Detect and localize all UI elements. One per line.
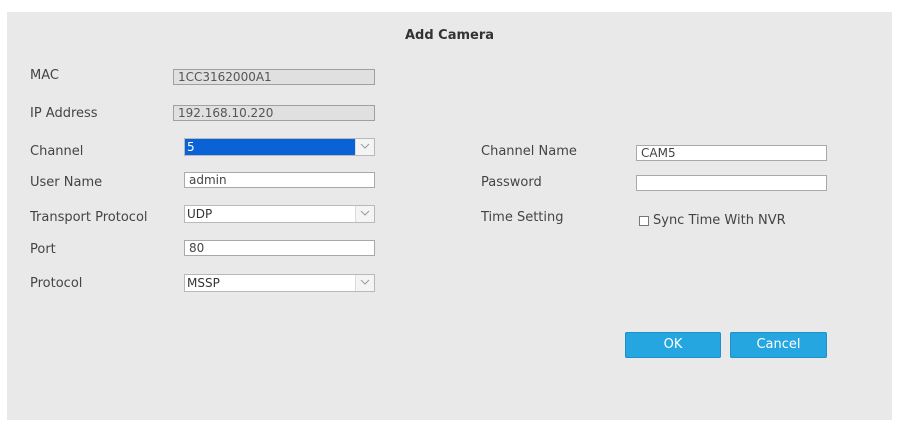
- time-setting-label: Time Setting: [481, 210, 564, 225]
- sync-time-checkbox[interactable]: [639, 215, 649, 226]
- user-name-input[interactable]: admin: [184, 172, 375, 188]
- protocol-label: Protocol: [30, 276, 83, 291]
- chevron-down-icon[interactable]: [355, 275, 374, 291]
- transport-protocol-value: UDP: [187, 207, 213, 221]
- mac-field: 1CC3162000A1: [173, 69, 375, 85]
- ip-address-field: 192.168.10.220: [173, 105, 375, 121]
- transport-protocol-select[interactable]: UDP: [184, 205, 375, 223]
- channel-label: Channel: [30, 144, 84, 159]
- channel-select-value: 5: [187, 140, 195, 154]
- protocol-value: MSSP: [187, 276, 220, 290]
- transport-protocol-label: Transport Protocol: [30, 210, 148, 225]
- dialog-title: Add Camera: [404, 28, 495, 43]
- password-input[interactable]: [636, 175, 827, 191]
- channel-select[interactable]: 5: [184, 138, 375, 156]
- user-name-label: User Name: [30, 175, 103, 190]
- port-input[interactable]: 80: [184, 240, 375, 256]
- ok-button[interactable]: OK: [625, 332, 721, 358]
- mac-label: MAC: [30, 68, 59, 83]
- password-label: Password: [481, 175, 542, 190]
- sync-time-option[interactable]: Sync Time With NVR: [639, 213, 786, 228]
- cancel-button[interactable]: Cancel: [730, 332, 827, 358]
- sync-time-label: Sync Time With NVR: [653, 213, 786, 228]
- channel-name-label: Channel Name: [481, 144, 577, 159]
- channel-name-input[interactable]: CAM5: [636, 145, 827, 161]
- port-label: Port: [30, 242, 56, 257]
- chevron-down-icon[interactable]: [355, 139, 374, 155]
- add-camera-dialog: Add Camera MAC IP Address Channel User N…: [7, 12, 892, 420]
- chevron-down-icon[interactable]: [355, 206, 374, 222]
- protocol-select[interactable]: MSSP: [184, 274, 375, 292]
- ip-address-label: IP Address: [30, 106, 98, 121]
